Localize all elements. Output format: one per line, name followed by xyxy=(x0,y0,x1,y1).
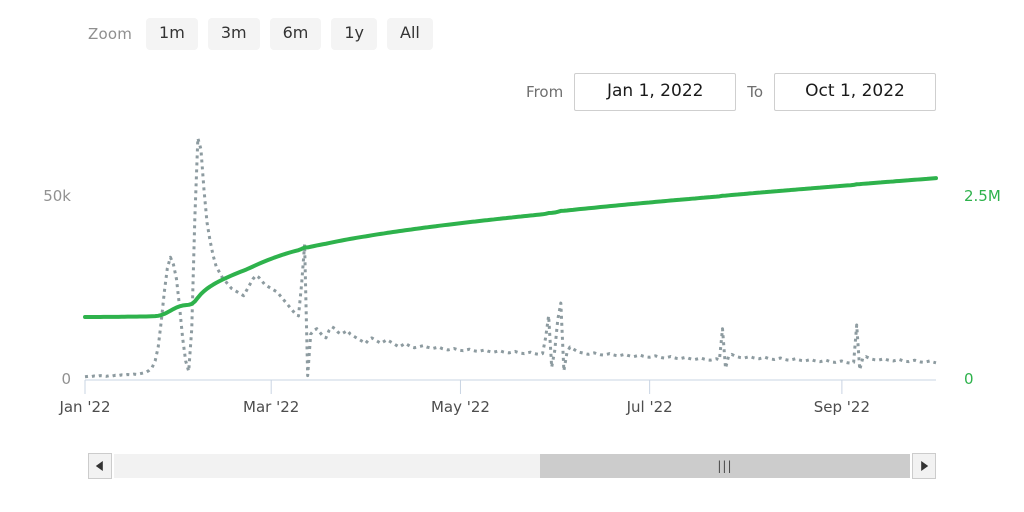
scrollbar-track[interactable]: ||| xyxy=(114,454,910,478)
to-date-input[interactable]: Oct 1, 2022 xyxy=(774,73,936,111)
grip-icon: ||| xyxy=(717,459,733,473)
from-date-input[interactable]: Jan 1, 2022 xyxy=(574,73,737,111)
series-cumulative xyxy=(83,176,938,319)
zoom-label: Zoom xyxy=(88,24,133,43)
range-selector: Zoom 1m 3m 6m 1y All xyxy=(88,18,433,50)
zoom-button-1y[interactable]: 1y xyxy=(331,18,377,50)
right-axis-tick-0: 2.5M xyxy=(964,186,1001,205)
series-daily xyxy=(84,136,937,379)
left-axis-tick-0: 50k xyxy=(43,186,71,205)
zoom-button-6m[interactable]: 6m xyxy=(269,18,322,50)
scroll-left-button[interactable] xyxy=(88,453,112,479)
scrollbar-thumb[interactable]: ||| xyxy=(539,454,910,478)
x-axis-tick-2: May '22 xyxy=(430,398,490,416)
chart-navigator-scrollbar[interactable]: ||| xyxy=(88,453,936,481)
zoom-button-3m[interactable]: 3m xyxy=(207,18,260,50)
from-label: From xyxy=(526,83,564,101)
scroll-right-button[interactable] xyxy=(912,453,936,479)
x-axis-tick-0: Jan '22 xyxy=(59,398,111,416)
zoom-button-1m[interactable]: 1m xyxy=(146,18,198,50)
arrow-left-icon xyxy=(95,461,103,471)
x-axis-tick-4: Sep '22 xyxy=(813,398,870,416)
right-axis-tick-1: 0 xyxy=(964,370,974,388)
date-range-inputs: From Jan 1, 2022 To Oct 1, 2022 xyxy=(526,73,936,111)
left-axis-tick-1: 0 xyxy=(61,370,71,388)
stock-chart[interactable]: 50k 0 2.5M 0 Jan '22 Mar '22 May '22 Jul '22 S… xyxy=(0,110,1024,420)
x-axis-tick-1: Mar '22 xyxy=(243,398,300,416)
to-label: To xyxy=(747,83,763,101)
chart-plot xyxy=(83,136,938,394)
arrow-right-icon xyxy=(921,461,929,471)
zoom-button-all[interactable]: All xyxy=(387,18,433,50)
x-axis-tick-3: Jul '22 xyxy=(626,398,673,416)
